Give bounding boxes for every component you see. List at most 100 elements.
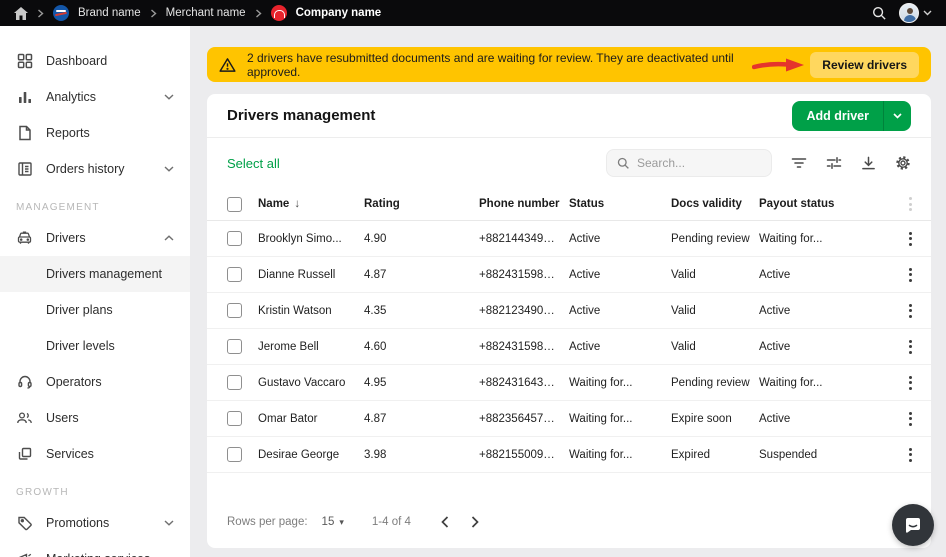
column-header-name[interactable]: Name↓ — [258, 198, 364, 210]
warning-icon — [219, 57, 236, 73]
cell-docs: Expired — [671, 449, 759, 461]
rows-per-page-label: Rows per page: — [227, 516, 308, 528]
search-icon — [617, 157, 630, 170]
search-icon[interactable] — [872, 6, 887, 21]
pagination-range: 1-4 of 4 — [372, 516, 411, 528]
cell-status: Waiting for... — [569, 377, 671, 389]
search-box[interactable] — [606, 149, 772, 177]
sidebar-item-dashboard[interactable]: Dashboard — [0, 43, 190, 79]
breadcrumb-company[interactable]: Company name — [296, 7, 382, 19]
column-header-docs[interactable]: Docs validity — [671, 198, 759, 210]
sidebar-item-label: Users — [46, 411, 79, 425]
sidebar-item-services[interactable]: Services — [0, 436, 190, 472]
row-actions-menu-icon[interactable] — [904, 300, 917, 322]
filter-icon[interactable] — [791, 156, 807, 170]
sidebar-item-marketing-services[interactable]: Marketing services — [0, 541, 190, 557]
cell-docs: Valid — [671, 305, 759, 317]
sidebar-item-label: Driver plans — [46, 303, 113, 317]
sidebar-item-drivers[interactable]: Drivers — [0, 220, 190, 256]
search-input[interactable] — [637, 156, 761, 170]
sidebar-item-users[interactable]: Users — [0, 400, 190, 436]
cell-name: Gustavo Vaccaro — [258, 377, 364, 389]
sidebar-item-label: Services — [46, 447, 94, 461]
row-actions-menu-icon[interactable] — [904, 264, 917, 286]
cell-rating: 3.98 — [364, 449, 479, 461]
cell-phone: +8824315980352 — [479, 269, 569, 281]
row-checkbox[interactable] — [227, 231, 242, 246]
taxi-car-icon — [16, 230, 33, 247]
cell-payout: Waiting for... — [759, 233, 889, 245]
sidebar-item-analytics[interactable]: Analytics — [0, 79, 190, 115]
tag-icon — [16, 515, 33, 532]
previous-page-icon[interactable] — [441, 516, 449, 528]
row-actions-menu-icon[interactable] — [904, 372, 917, 394]
sidebar-item-driver-levels[interactable]: Driver levels — [0, 328, 190, 364]
company-logo[interactable] — [271, 5, 287, 21]
gear-icon[interactable] — [895, 155, 911, 171]
breadcrumb-merchant[interactable]: Merchant name — [166, 7, 246, 19]
cell-name: Desirae George — [258, 449, 364, 461]
cell-docs: Pending review — [671, 377, 759, 389]
breadcrumb-brand[interactable]: Brand name — [78, 7, 141, 19]
cell-payout: Active — [759, 305, 889, 317]
cell-payout: Active — [759, 341, 889, 353]
cell-status: Active — [569, 269, 671, 281]
chevron-down-icon — [923, 10, 932, 16]
brand-logo[interactable] — [53, 5, 69, 21]
table-body: Brooklyn Simo...4.90+8821443490279Active… — [207, 221, 931, 473]
tune-icon[interactable] — [826, 156, 842, 170]
cell-name: Jerome Bell — [258, 341, 364, 353]
row-checkbox[interactable] — [227, 375, 242, 390]
user-menu[interactable] — [899, 3, 932, 23]
sidebar-item-label: Orders history — [46, 162, 125, 176]
next-page-icon[interactable] — [471, 516, 479, 528]
row-checkbox[interactable] — [227, 339, 242, 354]
sidebar-item-driver-plans[interactable]: Driver plans — [0, 292, 190, 328]
table-row: Jerome Bell4.60+8824315980325ActiveValid… — [207, 329, 931, 365]
row-actions-menu-icon[interactable] — [904, 336, 917, 358]
sidebar-section-management: MANAGEMENT — [0, 187, 190, 220]
table-row: Desirae George3.98+8821550098630Waiting … — [207, 437, 931, 473]
megaphone-icon — [16, 551, 33, 557]
column-header-menu-icon[interactable] — [904, 193, 917, 215]
row-checkbox[interactable] — [227, 411, 242, 426]
row-checkbox[interactable] — [227, 447, 242, 462]
row-checkbox[interactable] — [227, 303, 242, 318]
select-all-link[interactable]: Select all — [227, 156, 280, 171]
column-header-payout[interactable]: Payout status — [759, 198, 889, 210]
rows-per-page-select[interactable]: 15 ▾ — [322, 516, 344, 528]
red-arrow-annotation — [752, 56, 806, 74]
chevron-down-icon[interactable] — [884, 101, 911, 131]
headset-icon — [16, 374, 33, 391]
table-row: Brooklyn Simo...4.90+8821443490279Active… — [207, 221, 931, 257]
column-header-status[interactable]: Status — [569, 198, 671, 210]
download-icon[interactable] — [861, 156, 876, 171]
column-header-phone[interactable]: Phone number — [479, 198, 569, 210]
row-checkbox[interactable] — [227, 267, 242, 282]
sidebar-item-promotions[interactable]: Promotions — [0, 505, 190, 541]
chevron-down-icon — [164, 520, 174, 526]
add-driver-button[interactable]: Add driver — [792, 101, 911, 131]
select-all-checkbox[interactable] — [227, 197, 242, 212]
users-icon — [16, 410, 33, 427]
sidebar-item-drivers-management[interactable]: Drivers management — [0, 256, 190, 292]
chat-launcher-button[interactable] — [892, 504, 934, 546]
avatar[interactable] — [899, 3, 919, 23]
sidebar-item-orders-history[interactable]: Orders history — [0, 151, 190, 187]
add-driver-label[interactable]: Add driver — [792, 101, 883, 131]
row-actions-menu-icon[interactable] — [904, 444, 917, 466]
sidebar-item-reports[interactable]: Reports — [0, 115, 190, 151]
sidebar-item-label: Reports — [46, 126, 90, 140]
table-row: Gustavo Vaccaro4.95+8824316430343Waiting… — [207, 365, 931, 401]
row-actions-menu-icon[interactable] — [904, 408, 917, 430]
cell-status: Waiting for... — [569, 413, 671, 425]
cell-rating: 4.87 — [364, 413, 479, 425]
cell-phone: +8821550098630 — [479, 449, 569, 461]
cell-rating: 4.87 — [364, 269, 479, 281]
drivers-management-card: Drivers management Add driver Select all — [207, 94, 931, 548]
column-header-rating[interactable]: Rating — [364, 198, 479, 210]
home-icon[interactable] — [14, 7, 28, 20]
review-drivers-button[interactable]: Review drivers — [810, 52, 919, 78]
sidebar-item-operators[interactable]: Operators — [0, 364, 190, 400]
row-actions-menu-icon[interactable] — [904, 228, 917, 250]
